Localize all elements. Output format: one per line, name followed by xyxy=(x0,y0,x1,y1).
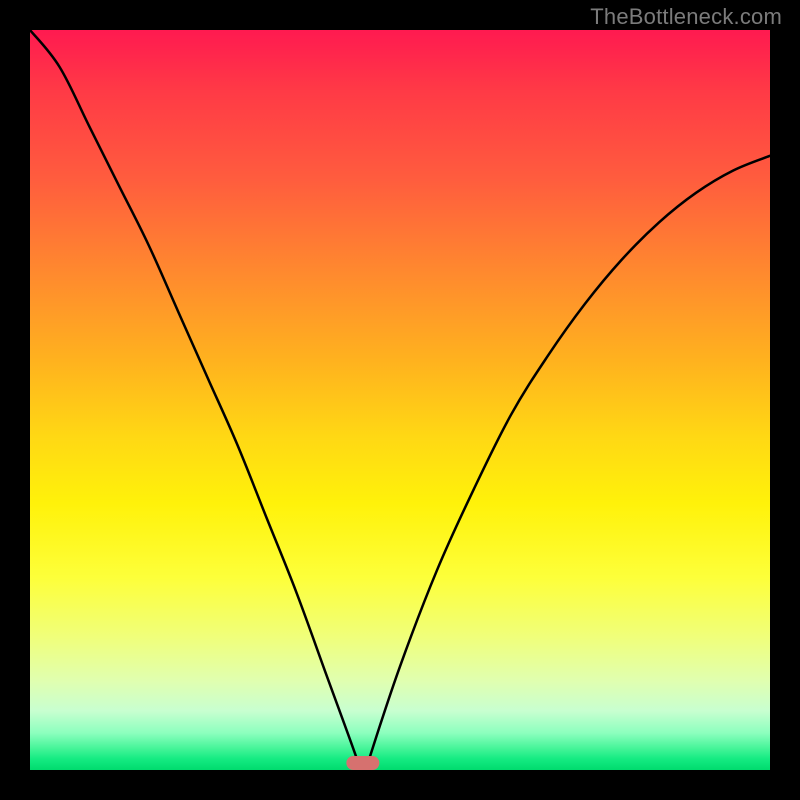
minimum-marker xyxy=(346,756,379,770)
watermark-text: TheBottleneck.com xyxy=(590,4,782,30)
line-curve xyxy=(30,30,770,770)
plot-area xyxy=(30,30,770,770)
chart-frame: TheBottleneck.com xyxy=(0,0,800,800)
